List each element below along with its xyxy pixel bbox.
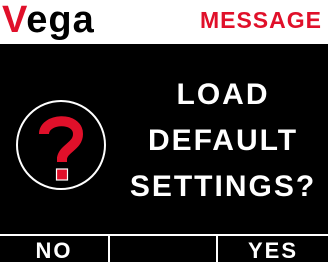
brand-logo: Vega <box>2 0 95 42</box>
dialog-message: LOAD DEFAULT SETTINGS? <box>120 72 326 210</box>
yes-button[interactable]: YES <box>218 236 328 262</box>
brand-first-letter: V <box>2 0 27 41</box>
message-line-2: DEFAULT <box>147 124 299 157</box>
header-divider <box>0 44 328 46</box>
question-circle-icon <box>14 98 108 192</box>
brand-rest: ega <box>26 0 95 41</box>
no-button[interactable]: NO <box>0 236 110 262</box>
message-line-1: LOAD <box>176 78 270 111</box>
screen-title: MESSAGE <box>199 7 322 33</box>
header-bar: Vega MESSAGE <box>0 0 328 44</box>
blank-softkey[interactable] <box>110 236 218 262</box>
softkey-bar: NO YES <box>0 234 328 262</box>
device-screen: Vega MESSAGE LOAD DEFAULT SETTINGS? NO Y… <box>0 0 328 262</box>
message-line-3: SETTINGS? <box>129 170 317 203</box>
